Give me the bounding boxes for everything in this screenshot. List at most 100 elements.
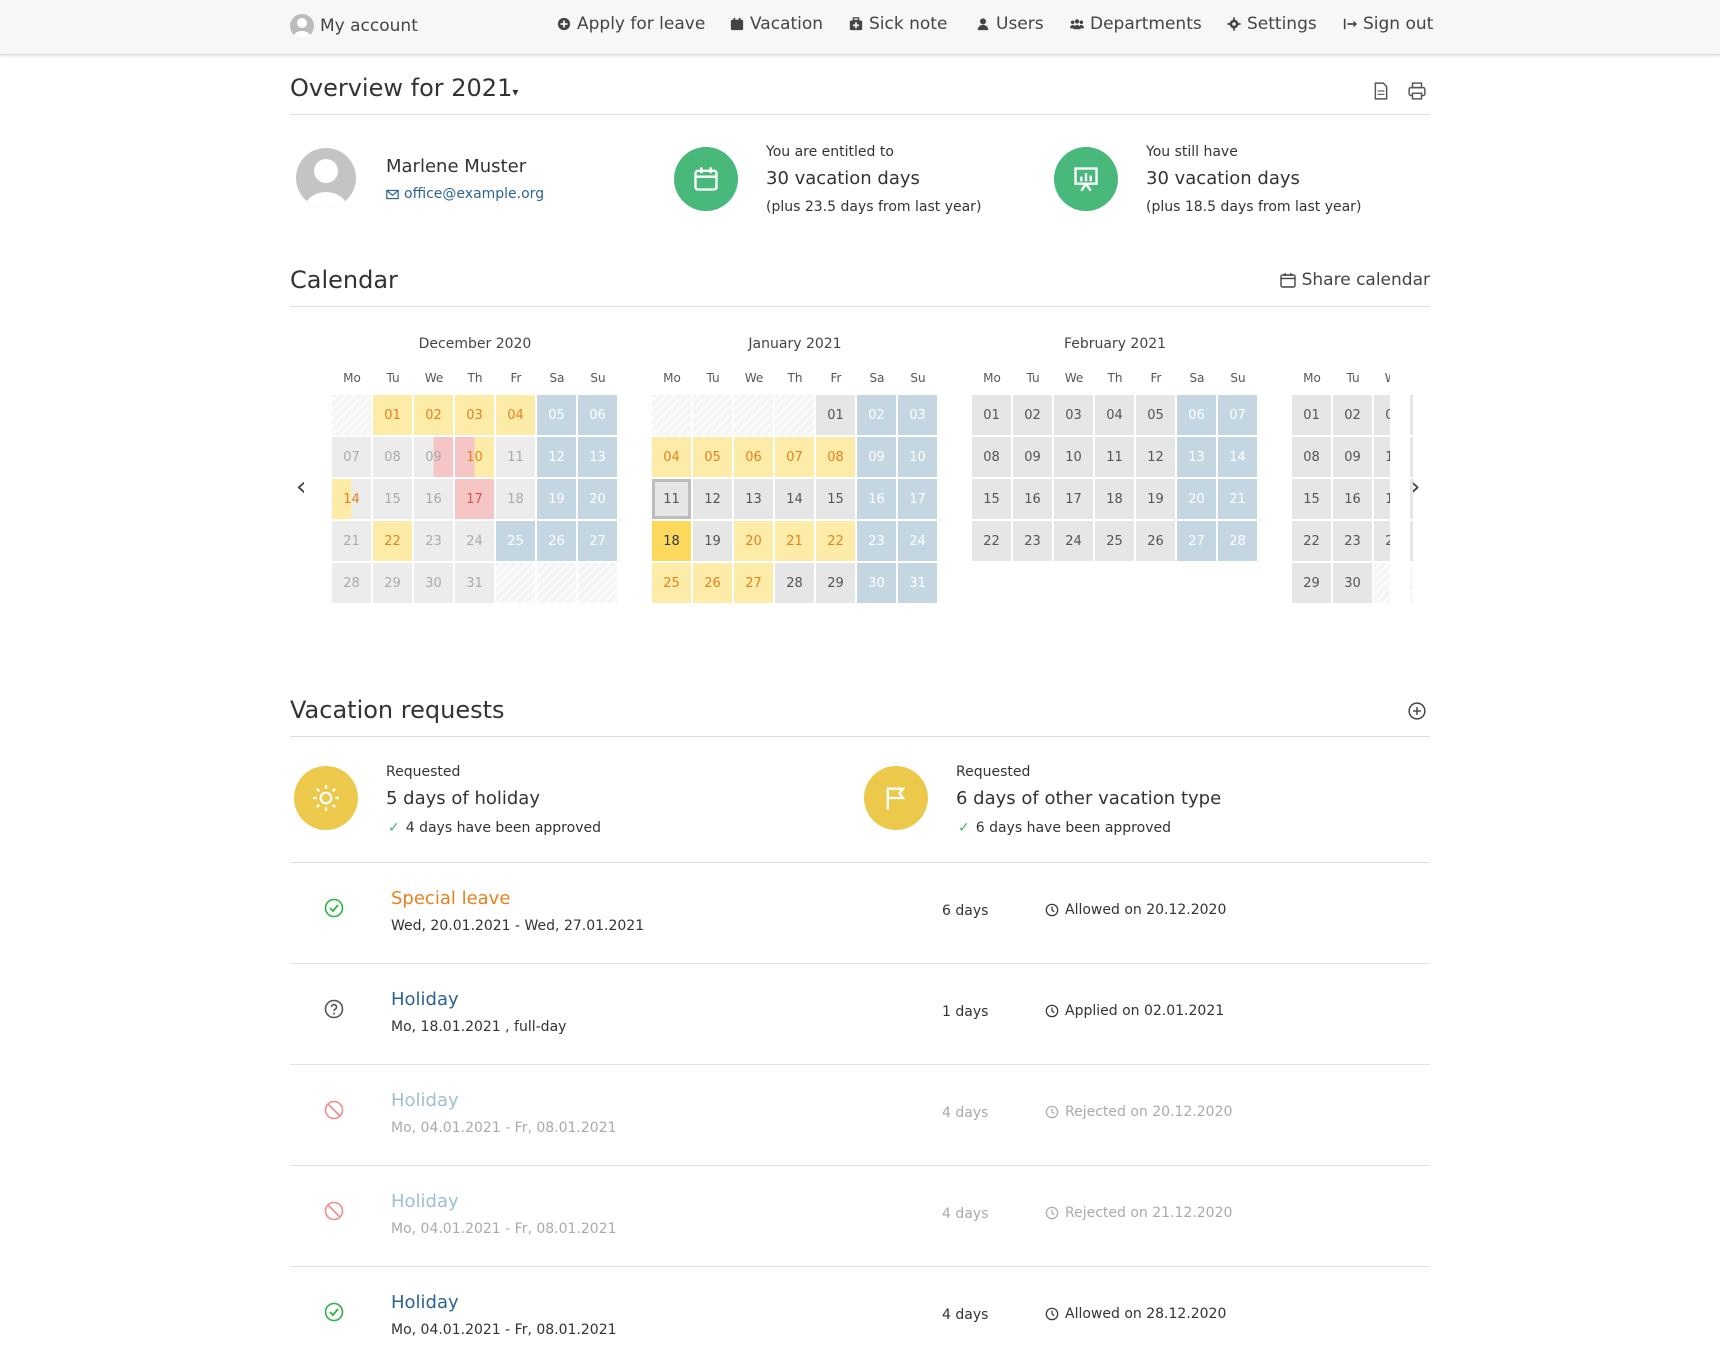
request-type-link[interactable]: Special leave [391,888,510,909]
request-type-link[interactable]: Holiday [391,1292,459,1313]
calendar-day: 15 [972,479,1011,519]
other-approved-text: 6 days have been approved [975,820,1171,836]
nav-settings[interactable]: Settings [1227,14,1317,34]
calendar-day: 20 [578,479,617,519]
calendar-prev-arrow[interactable]: ‹ [296,472,306,502]
calendar-icon [730,17,744,31]
sun-icon [313,785,339,811]
request-type-link[interactable]: Holiday [391,1191,459,1212]
nav-vacation[interactable]: Vacation [730,14,823,34]
request-status: Allowed on 28.12.2020 [1045,1306,1226,1322]
clock-icon [1045,1206,1059,1220]
share-calendar-label: Share calendar [1301,270,1430,290]
holiday-approved-text: 4 days have been approved [405,820,601,836]
holiday-summary-circle [294,766,358,830]
calendar-day: 03 [1054,395,1093,435]
share-calendar-button[interactable]: Share calendar [1279,270,1430,290]
request-status-text: Allowed on 20.12.2020 [1065,902,1227,918]
request-dates: Wed, 20.01.2021 - Wed, 27.01.2021 [391,918,645,934]
calendar-day: 04 [496,395,535,435]
calendar-day: 30 [414,563,453,603]
calendar-day: 16 [414,479,453,519]
weekday-label: Tu [706,371,720,385]
calendar-empty-cell [652,395,691,435]
calendar-day: 25 [652,563,691,603]
flag-icon [886,787,906,810]
calendar-day: 16 [857,479,896,519]
vacation-requests-header: Vacation requests [290,696,1430,737]
document-icon[interactable] [1372,82,1390,100]
nav-sick-label: Sick note [869,14,948,34]
calendar-clip-mask [1390,360,1410,610]
calendar-day: 08 [972,437,1011,477]
calendar-day: 24 [898,521,937,561]
calendar-day: 10 [898,437,937,477]
calendar-day: 12 [537,437,576,477]
calendar-icon [694,167,718,191]
calendar-day: 27 [734,563,773,603]
calendar-day: 17 [898,479,937,519]
entitled-label: You are entitled to [766,144,894,160]
nav-departments-label: Departments [1090,14,1202,34]
print-icon[interactable] [1408,82,1426,100]
nav-users[interactable]: Users [976,14,1044,34]
row-divider [290,1165,1430,1166]
calendar-day: 14 [1218,437,1257,477]
calendar-icon [1279,273,1296,288]
check-circle-icon [324,898,344,922]
request-status-text: Applied on 02.01.2021 [1065,1003,1225,1019]
weekday-label: Sa [549,371,565,385]
plus-circle-icon [557,17,571,31]
calendar-day: 09 [857,437,896,477]
request-type-link[interactable]: Holiday [391,1090,459,1111]
weekday-label: We [424,371,444,385]
calendar-day: 02 [1013,395,1052,435]
nav-sign-out[interactable]: Sign out [1343,14,1433,34]
user-icon [977,18,989,31]
calendar-day: 23 [857,521,896,561]
request-dates: Mo, 04.01.2021 - Fr, 08.01.2021 [391,1221,617,1237]
request-type-link[interactable]: Holiday [391,989,459,1010]
weekday-label: Th [467,371,483,385]
profile-email-link[interactable]: office@example.org [386,186,544,202]
weekday-label: Mo [983,371,1001,385]
medkit-icon [849,17,863,31]
row-divider [290,963,1430,964]
nav-my-account[interactable]: My account [290,14,418,38]
weekday-label: Su [910,371,926,385]
other-approved: ✓ 6 days have been approved [958,820,1171,836]
other-summary-value: 6 days of other vacation type [956,788,1222,809]
envelope-icon [386,189,399,199]
calendar-day: 25 [1095,521,1134,561]
profile-email: office@example.org [404,186,545,202]
calendar-day: 13 [578,437,617,477]
calendar-day: 07 [332,437,371,477]
calendar-day: 01 [373,395,412,435]
weekday-label: Tu [1026,371,1040,385]
profile-avatar [296,148,356,208]
other-summary-label: Requested [956,764,1031,780]
request-days: 6 days [942,903,989,919]
weekday-label: Su [590,371,606,385]
remaining-label: You still have [1146,144,1238,160]
nav-apply-for-leave[interactable]: Apply for leave [557,14,705,34]
calendar-day: 31 [455,563,494,603]
calendar-day: 07 [775,437,814,477]
calendar-day: 10 [1054,437,1093,477]
calendar-day: 22 [373,521,412,561]
calendar-day: 15 [373,479,412,519]
calendar-empty-cell [332,395,371,435]
calendar-day: 14 [775,479,814,519]
weekday-label: Mo [1303,371,1321,385]
add-circle-icon[interactable] [1408,702,1426,720]
weekday-label: Tu [386,371,400,385]
nav-departments[interactable]: Departments [1070,14,1202,34]
calendar-empty-cell [578,563,617,603]
calendar-day: 02 [414,395,453,435]
year-selector[interactable]: 2021▾ [451,74,518,102]
month-title: January 2021 [748,336,842,352]
nav-sick-note[interactable]: Sick note [849,14,947,34]
remaining-value: 30 vacation days [1146,168,1300,189]
calendar-day: 12 [693,479,732,519]
calendar-empty-cell [537,563,576,603]
